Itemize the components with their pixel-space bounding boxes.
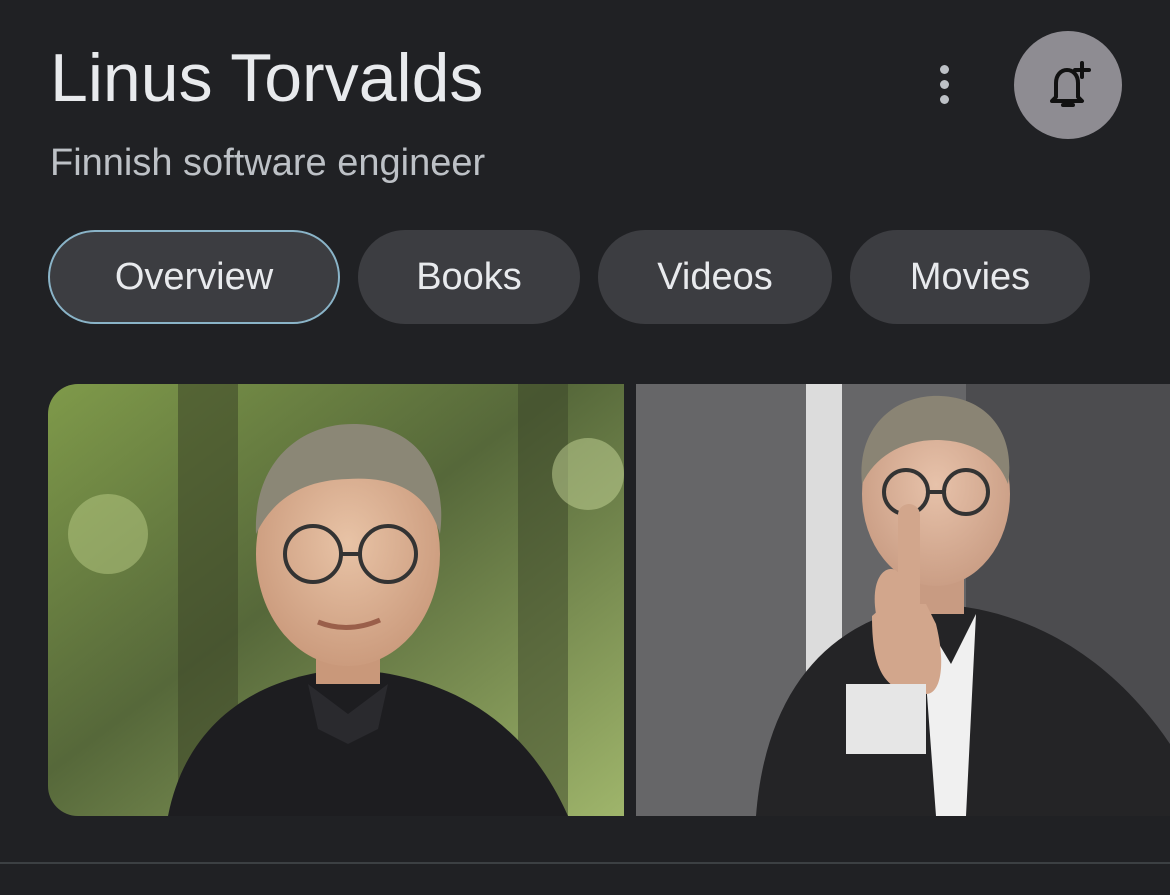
more-vertical-icon-dot	[939, 79, 949, 89]
bell-plus-icon	[1050, 61, 1091, 107]
tab-books[interactable]: Books	[358, 230, 580, 324]
portrait-image	[48, 384, 624, 816]
tab-chips: Overview Books Videos Movies	[48, 230, 1090, 326]
tab-overview[interactable]: Overview	[48, 230, 340, 324]
gesture-image	[636, 384, 1170, 816]
image-thumbnail-portrait[interactable]	[48, 384, 624, 816]
image-thumbnail-gesture[interactable]	[636, 384, 1170, 816]
tab-movies[interactable]: Movies	[850, 230, 1090, 324]
entity-subtitle: Finnish software engineer	[50, 142, 486, 184]
more-vertical-icon	[939, 64, 949, 74]
follow-notifications-button[interactable]	[1014, 31, 1122, 139]
entity-title: Linus Torvalds	[50, 40, 484, 116]
section-divider	[0, 862, 1170, 864]
tab-videos[interactable]: Videos	[598, 230, 832, 324]
more-vertical-icon-dot	[939, 94, 949, 104]
more-options-button[interactable]	[920, 56, 968, 112]
knowledge-panel-header: Linus Torvalds Finnish software engineer	[0, 0, 1170, 220]
